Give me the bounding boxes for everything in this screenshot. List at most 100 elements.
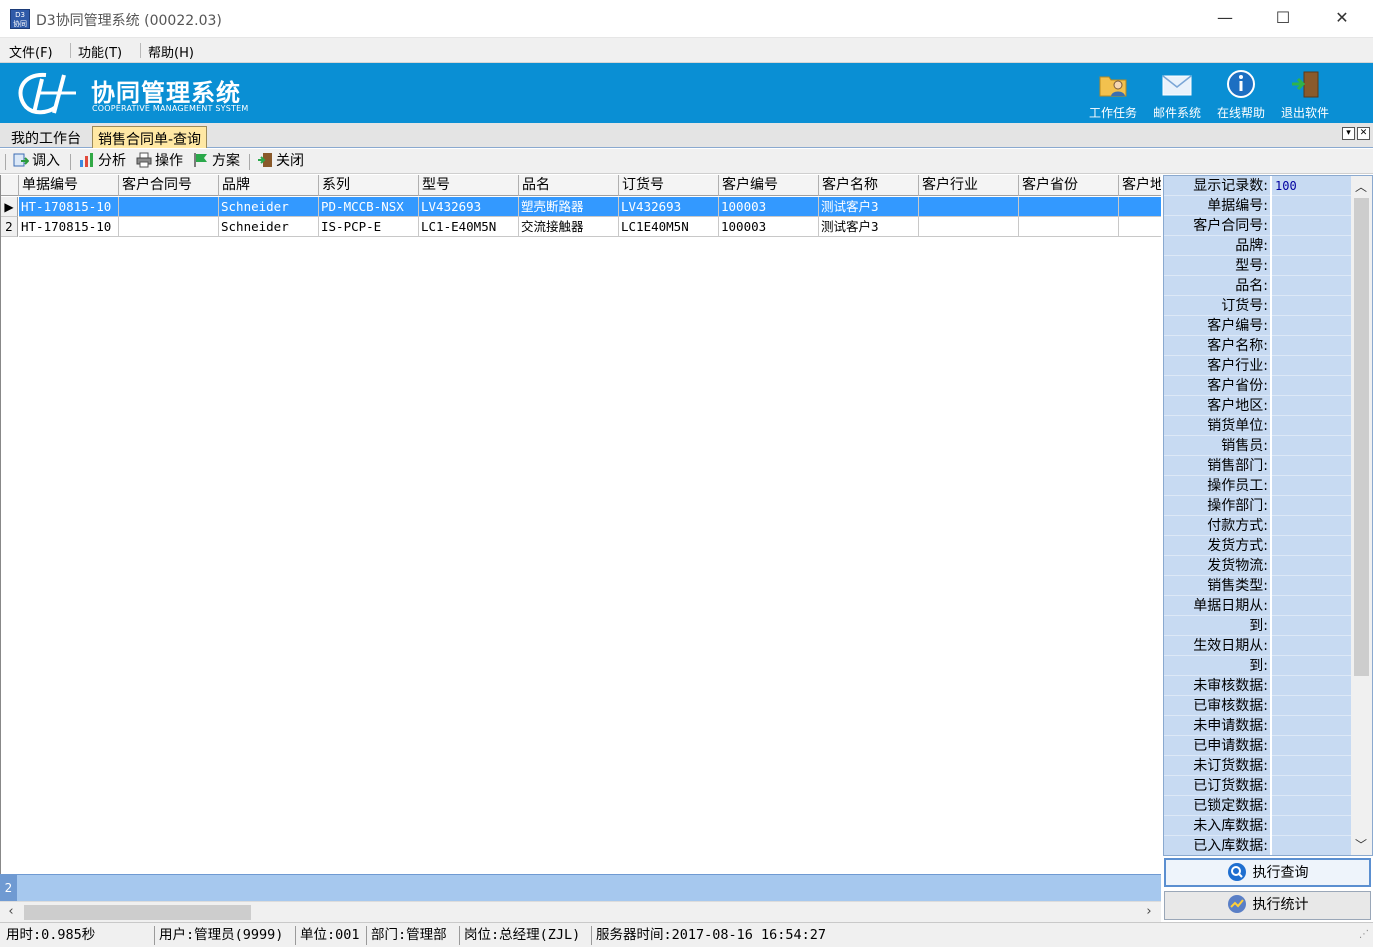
filter-input[interactable] [1272, 256, 1351, 276]
filter-input[interactable] [1272, 356, 1351, 376]
filter-input[interactable] [1272, 236, 1351, 256]
analysis-button[interactable]: 分析 [79, 152, 126, 172]
work-task-button[interactable]: 工作任务 [1082, 67, 1144, 120]
tab-sales-contract-query[interactable]: 销售合同单-查询 [92, 126, 208, 148]
filter-input[interactable] [1272, 336, 1351, 356]
status-bar: 用时:0.985秒 用户:管理员(9999) 单位:001 部门:管理部 岗位:… [0, 922, 1373, 947]
close-tab-icon[interactable]: ✕ [1357, 127, 1370, 140]
table-cell[interactable] [919, 197, 1019, 217]
table-cell[interactable]: PD-MCCB-NSX [319, 197, 419, 217]
work-task-label: 工作任务 [1088, 106, 1137, 120]
table-cell[interactable]: 交流接触器 [519, 217, 619, 237]
table-cell[interactable]: Schneider [219, 217, 319, 237]
tab-list-dropdown-icon[interactable]: ▾ [1342, 127, 1355, 140]
table-cell[interactable]: HT-170815-10 [19, 197, 119, 217]
filter-input[interactable] [1272, 276, 1351, 296]
table-cell[interactable] [1119, 217, 1161, 237]
column-header[interactable]: 客户省份 [1019, 175, 1119, 196]
filter-checkbox-label: 已订货数据: [1164, 776, 1270, 796]
filter-input[interactable] [1272, 396, 1351, 416]
filter-input[interactable]: 100 [1272, 176, 1351, 196]
table-cell[interactable] [119, 217, 219, 237]
exit-software-button[interactable]: 退出软件 [1274, 67, 1336, 120]
table-cell[interactable]: 100003 [719, 197, 819, 217]
table-cell[interactable]: HT-170815-10 [19, 217, 119, 237]
table-cell[interactable]: IS-PCP-E [319, 217, 419, 237]
filter-vertical-scrollbar[interactable]: ︿ ﹀ [1351, 176, 1372, 855]
column-header[interactable]: 客户合同号 [119, 175, 219, 196]
filter-input[interactable] [1272, 656, 1351, 676]
column-header[interactable]: 品名 [519, 175, 619, 196]
column-header[interactable]: 客户地 [1119, 175, 1161, 196]
column-header[interactable]: 客户行业 [919, 175, 1019, 196]
filter-input[interactable] [1272, 496, 1351, 516]
menu-file[interactable]: 文件(F) [9, 42, 53, 61]
column-header[interactable]: 单据编号 [19, 175, 119, 196]
filter-input[interactable] [1272, 196, 1351, 216]
filter-input[interactable] [1272, 516, 1351, 536]
execute-query-button[interactable]: 执行查询 [1164, 858, 1371, 887]
filter-input[interactable] [1272, 316, 1351, 336]
import-button[interactable]: 调入 [13, 152, 60, 172]
table-cell[interactable]: LV432693 [619, 197, 719, 217]
scroll-up-icon[interactable]: ︿ [1353, 178, 1369, 196]
scheme-button[interactable]: 方案 [193, 152, 240, 172]
filter-input[interactable] [1272, 416, 1351, 436]
menu-help[interactable]: 帮助(H) [148, 42, 194, 61]
scroll-thumb[interactable] [1354, 198, 1369, 676]
column-header[interactable]: 客户编号 [719, 175, 819, 196]
table-cell[interactable] [1119, 197, 1161, 217]
filter-input[interactable] [1272, 456, 1351, 476]
horizontal-scrollbar[interactable]: ‹ › [0, 901, 1161, 922]
table-cell[interactable]: 测试客户3 [819, 197, 919, 217]
filter-input[interactable] [1272, 596, 1351, 616]
filter-input[interactable] [1272, 616, 1351, 636]
filter-input[interactable] [1272, 436, 1351, 456]
operation-button[interactable]: 操作 [136, 152, 183, 172]
scroll-down-icon[interactable]: ﹀ [1353, 836, 1369, 854]
filter-row: 单据编号: [1164, 196, 1351, 216]
table-cell[interactable]: 塑壳断路器 [519, 197, 619, 217]
table-cell[interactable]: LV432693 [419, 197, 519, 217]
scroll-left-icon[interactable]: ‹ [3, 904, 19, 920]
table-cell[interactable]: Schneider [219, 197, 319, 217]
tab-my-workbench[interactable]: 我的工作台 [6, 126, 86, 148]
close-window-button[interactable]: ✕ [1313, 0, 1371, 38]
filter-input[interactable] [1272, 536, 1351, 556]
filter-input[interactable] [1272, 216, 1351, 236]
table-cell[interactable] [119, 197, 219, 217]
table-cell[interactable]: 100003 [719, 217, 819, 237]
execute-stats-button[interactable]: 执行统计 [1164, 891, 1371, 920]
minimize-button[interactable]: — [1196, 0, 1254, 38]
filter-label: 显示记录数: [1164, 176, 1270, 196]
filter-input[interactable] [1272, 476, 1351, 496]
table-cell[interactable] [1019, 197, 1119, 217]
table-row[interactable]: 2 HT-170815-10 Schneider IS-PCP-E LC1-E4… [1, 217, 1161, 237]
table-cell[interactable]: LC1-E40M5N [419, 217, 519, 237]
filter-input[interactable] [1272, 296, 1351, 316]
column-header[interactable]: 客户名称 [819, 175, 919, 196]
scroll-right-icon[interactable]: › [1141, 904, 1157, 920]
table-cell[interactable] [919, 217, 1019, 237]
table-row[interactable]: ▶ HT-170815-10 Schneider PD-MCCB-NSX LV4… [1, 197, 1161, 217]
filter-input[interactable] [1272, 636, 1351, 656]
table-cell[interactable]: LC1E40M5N [619, 217, 719, 237]
filter-input[interactable] [1272, 556, 1351, 576]
mail-system-button[interactable]: 邮件系统 [1146, 67, 1208, 120]
resize-grip-icon[interactable]: ⋰ [1359, 929, 1369, 940]
filter-input[interactable] [1272, 376, 1351, 396]
toolbar-separator [70, 154, 71, 170]
table-cell[interactable]: 测试客户3 [819, 217, 919, 237]
close-button[interactable]: 关闭 [257, 152, 304, 172]
column-header[interactable]: 系列 [319, 175, 419, 196]
column-header[interactable]: 订货号 [619, 175, 719, 196]
maximize-button[interactable]: ☐ [1254, 0, 1312, 38]
scroll-thumb[interactable] [24, 905, 251, 920]
menu-function[interactable]: 功能(T) [78, 42, 122, 61]
column-header[interactable]: 品牌 [219, 175, 319, 196]
filter-row: 客户行业: [1164, 356, 1351, 376]
filter-input[interactable] [1272, 576, 1351, 596]
table-cell[interactable] [1019, 217, 1119, 237]
column-header[interactable]: 型号 [419, 175, 519, 196]
online-help-button[interactable]: 在线帮助 [1210, 67, 1272, 120]
